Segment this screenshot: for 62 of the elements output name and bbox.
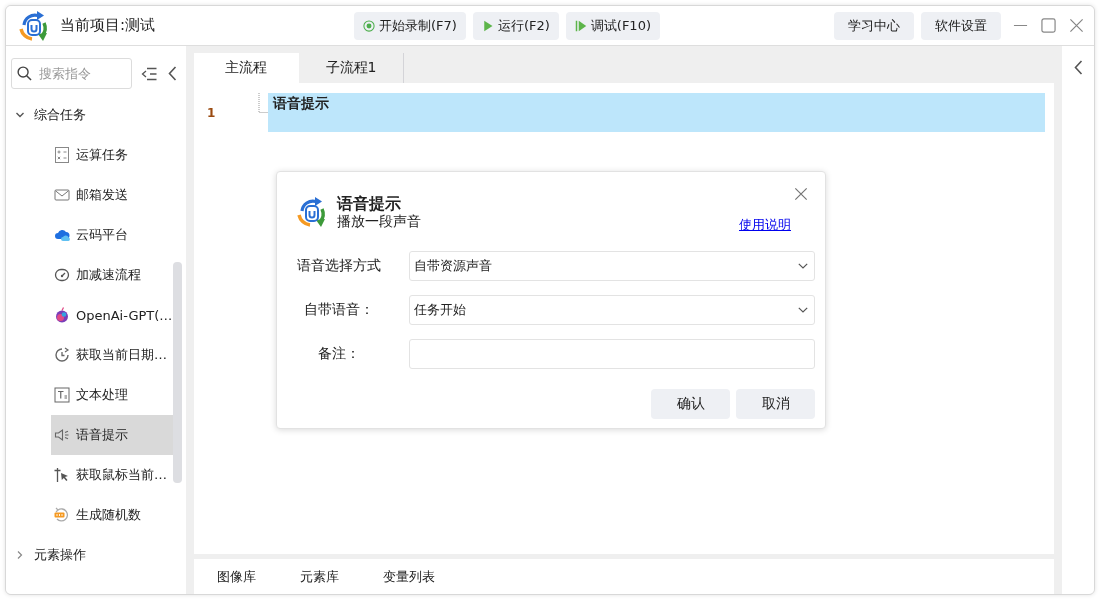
text-input[interactable] bbox=[409, 339, 815, 369]
envelope-icon bbox=[54, 187, 70, 203]
dialog-button[interactable]: 确认 bbox=[651, 389, 730, 419]
dialog-subtitle: 播放一段声音 bbox=[337, 213, 421, 230]
chevron-down-icon bbox=[798, 307, 808, 313]
field-label: 备注： bbox=[317, 345, 361, 363]
help-link[interactable]: 使用说明 bbox=[739, 216, 791, 234]
scrollbar-thumb[interactable] bbox=[173, 262, 182, 483]
tree-item[interactable]: 获取鼠标当前… bbox=[51, 455, 173, 495]
dialog-title: 语音提示 bbox=[337, 195, 402, 213]
play-icon bbox=[481, 19, 494, 32]
cloud-icon bbox=[54, 227, 70, 243]
tree-item[interactable]: 语音提示 bbox=[51, 415, 173, 455]
connector-line bbox=[258, 93, 268, 113]
tree-group[interactable]: 综合任务 bbox=[6, 95, 173, 135]
chevron-left-icon[interactable] bbox=[1073, 60, 1083, 75]
record-icon bbox=[363, 19, 375, 32]
header-button[interactable]: 软件设置 bbox=[921, 11, 1001, 40]
close-icon[interactable] bbox=[1069, 18, 1084, 33]
bottom-tab[interactable]: 变量列表 bbox=[361, 559, 457, 594]
close-icon[interactable] bbox=[794, 187, 808, 201]
bottom-tab[interactable]: 图像库 bbox=[195, 559, 278, 594]
step-play-icon bbox=[574, 19, 587, 32]
tree-item[interactable]: 文本处理 bbox=[51, 375, 173, 415]
app-logo-icon bbox=[296, 196, 328, 228]
project-title: 当前项目:测试 bbox=[60, 16, 157, 35]
tree-item[interactable]: OpenAi-GPT(… bbox=[51, 295, 173, 335]
dropdown[interactable]: 任务开始 bbox=[409, 295, 815, 325]
cursor-icon bbox=[54, 467, 70, 483]
orb-icon bbox=[54, 307, 70, 323]
collapse-list-icon[interactable] bbox=[141, 66, 157, 81]
search-field[interactable]: 搜索指令 bbox=[11, 58, 132, 89]
clock-icon bbox=[54, 347, 70, 363]
gauge-icon bbox=[54, 267, 70, 283]
field-label: 语音选择方式 bbox=[296, 257, 382, 275]
tree-item[interactable]: 生成随机数 bbox=[51, 495, 173, 535]
tree-item[interactable]: 运算任务 bbox=[51, 135, 173, 175]
dropdown[interactable]: 自带资源声音 bbox=[409, 251, 815, 281]
flow-step[interactable]: 语音提示 bbox=[268, 93, 1045, 132]
tree-item[interactable]: 获取当前日期… bbox=[51, 335, 173, 375]
chevron-left-icon[interactable] bbox=[168, 66, 177, 81]
tree-item[interactable]: 邮箱发送 bbox=[51, 175, 173, 215]
toolbar-button[interactable]: 开始录制(F7) bbox=[354, 11, 466, 40]
text-box-icon bbox=[54, 387, 70, 403]
field-label: 自带语音： bbox=[303, 301, 375, 319]
search-icon bbox=[17, 66, 32, 81]
maximize-icon[interactable] bbox=[1041, 18, 1056, 33]
refresh-tag-icon bbox=[54, 507, 70, 523]
calculator-icon bbox=[54, 147, 70, 163]
tree-item[interactable]: 加减速流程 bbox=[51, 255, 173, 295]
speaker-icon bbox=[54, 427, 70, 443]
line-number: 1 bbox=[206, 104, 217, 122]
dialog-button[interactable]: 取消 bbox=[736, 389, 815, 419]
tree-item[interactable]: 云码平台 bbox=[51, 215, 173, 255]
tab[interactable]: 主流程 bbox=[194, 53, 299, 83]
app-logo-icon bbox=[18, 9, 50, 42]
toolbar-button[interactable]: 调试(F10) bbox=[565, 11, 660, 40]
tree-group[interactable]: 元素操作 bbox=[6, 535, 173, 575]
header-button[interactable]: 学习中心 bbox=[834, 11, 914, 40]
chevron-down-icon bbox=[798, 263, 808, 269]
bottom-tab[interactable]: 元素库 bbox=[278, 559, 361, 594]
toolbar-button[interactable]: 运行(F2) bbox=[472, 11, 559, 40]
